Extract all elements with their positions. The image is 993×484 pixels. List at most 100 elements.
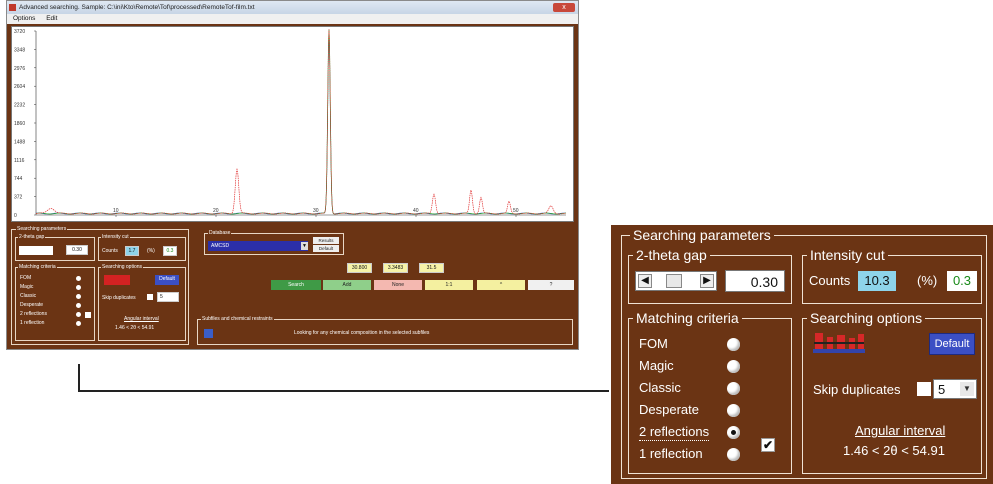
skip-duplicates-small-label: Skip duplicates (102, 295, 136, 301)
radio-button-small[interactable] (76, 321, 81, 326)
skip-duplicates-value: 5 (938, 382, 946, 397)
two-reflections-checkbox[interactable]: ✔ (761, 438, 775, 452)
radio-button-small[interactable] (76, 285, 81, 290)
radio-button[interactable] (727, 360, 740, 373)
value-box-3: 31.5 (419, 263, 444, 273)
database-results-button[interactable]: Results (313, 237, 339, 244)
database-default-button[interactable]: Default (313, 245, 339, 252)
matching-item-label: 1 reflection (639, 446, 703, 461)
percent-small-label: (%) (147, 248, 155, 254)
counts-small-input[interactable]: 1.7 (125, 246, 139, 256)
radio-button-small[interactable] (76, 312, 81, 317)
search-options-small: Searching options Default Skip duplicate… (98, 264, 186, 341)
y-tick-label: 2976 (14, 66, 25, 72)
subfiles-message: Looking for any chemical composition in … (294, 330, 430, 336)
window-title: Advanced searching. Sample: C:\ini\Kto\R… (19, 4, 255, 11)
app-icon (9, 4, 16, 11)
theta-gap-slider-small[interactable] (19, 246, 53, 255)
counts-small-label: Counts (102, 248, 118, 254)
radio-button[interactable] (727, 426, 740, 439)
value-box-2: 3.3483 (383, 263, 408, 273)
counts-input[interactable]: 10.3 (858, 271, 896, 291)
skip-duplicates-checkbox[interactable] (917, 382, 931, 396)
angular-interval-small-value: 1.46 < 2θ < 54.91 (115, 325, 155, 331)
matching-item-small-label: Magic (20, 284, 34, 290)
subfiles-title: Subfiles and chemical restraints (201, 316, 274, 322)
action-button-4[interactable]: 1:1 (425, 280, 473, 290)
y-tick-label: 2604 (14, 84, 25, 90)
angular-interval-small-label[interactable]: Angular interval (124, 316, 159, 322)
search-options-panel: Searching options Default Skip duplicate… (802, 310, 982, 474)
menu-edit[interactable]: Edit (46, 15, 57, 22)
theta-gap-slider[interactable]: ◀ ▶ (635, 271, 717, 291)
menu-bar: Options Edit (7, 14, 578, 24)
slider-thumb[interactable] (666, 274, 682, 288)
chevron-down-icon[interactable]: ▼ (301, 242, 308, 250)
matching-item-small-label: Desperate (20, 302, 44, 308)
action-button-5[interactable]: ^ (477, 280, 525, 290)
diffraction-plot: 3720 3348 2976 2604 2232 1860 1488 1116 744 372 0 1… (11, 26, 574, 222)
y-tick-label: 2232 (14, 103, 25, 109)
skip-duplicates-small-select[interactable]: 5 (157, 292, 179, 302)
zoomed-search-params: Searching parameters 2-theta gap ◀ ▶ 0.3… (611, 225, 993, 484)
radio-button-small[interactable] (76, 276, 81, 281)
action-button-3[interactable]: None (374, 280, 422, 290)
radio-button[interactable] (727, 382, 740, 395)
action-button-1[interactable]: Search (271, 280, 321, 290)
theta-gap-small-input[interactable]: 0.30 (66, 245, 88, 255)
two-reflections-small-checkbox[interactable] (85, 312, 91, 318)
matching-item-small-label: 2 reflections (20, 311, 47, 317)
action-button-6[interactable]: ? (528, 280, 574, 290)
y-tick-label: 744 (14, 176, 23, 182)
matching-item-small-label: 1 reflection (20, 320, 45, 326)
arrow-right-icon[interactable]: ▶ (700, 274, 714, 288)
search-options-title: Searching options (807, 310, 926, 326)
close-button[interactable]: x (553, 3, 575, 12)
arrow-left-icon[interactable]: ◀ (638, 274, 652, 288)
theta-gap-input[interactable]: 0.30 (725, 270, 785, 292)
subfiles-icon[interactable] (204, 329, 213, 338)
radio-button[interactable] (727, 338, 740, 351)
skip-duplicates-select[interactable]: 5 ▼ (933, 379, 977, 399)
intensity-cut-small: Intensity cut Counts 1.7 (%) 0.3 (98, 234, 186, 261)
default-small-button[interactable]: Default (155, 275, 179, 285)
chevron-down-icon[interactable]: ▼ (960, 382, 974, 396)
radio-dot (731, 430, 736, 435)
y-tick-label: 0 (14, 213, 17, 219)
matching-item-label: 2 reflections (639, 424, 710, 441)
search-params-small: Searching parameters 2-theta gap 0.30 In… (11, 226, 189, 345)
radio-button-small[interactable] (76, 303, 81, 308)
counts-label: Counts (809, 273, 851, 288)
y-tick-label: 372 (14, 195, 23, 201)
intensity-cut-small-title: Intensity cut (101, 234, 130, 240)
intensity-cut-title: Intensity cut (807, 247, 888, 263)
percent-input[interactable]: 0.3 (947, 271, 977, 291)
x-tick-label: 50 (513, 208, 519, 214)
angular-interval-label[interactable]: Angular interval (855, 423, 945, 439)
radio-button[interactable] (727, 404, 740, 417)
blue-trace (35, 37, 567, 215)
theta-gap-small: 2-theta gap 0.30 (15, 234, 95, 261)
y-tick-label: 1860 (14, 121, 25, 127)
database-panel: Database AMCSD ▼ Results Default (204, 230, 344, 255)
matching-criteria-panel: Matching criteria FOM Magic Classic Despera… (628, 310, 792, 474)
database-select[interactable]: AMCSD (208, 241, 308, 251)
skip-duplicates-small-checkbox[interactable] (147, 294, 153, 300)
radio-button-small[interactable] (76, 294, 81, 299)
matching-item-label: FOM (639, 336, 668, 351)
angular-interval-value: 1.46 < 2θ < 54.91 (843, 443, 945, 458)
y-tick-label: 1488 (14, 139, 25, 145)
search-params-frame: Searching parameters 2-theta gap ◀ ▶ 0.3… (621, 227, 987, 479)
red-trace (35, 29, 567, 215)
skip-duplicates-label: Skip duplicates (813, 382, 901, 397)
plot-canvas: 3720334829762604223218601488111674437201… (14, 29, 567, 219)
menu-options[interactable]: Options (13, 15, 35, 22)
matching-item-label: Classic (639, 380, 681, 395)
percent-small-input[interactable]: 0.3 (163, 246, 177, 256)
search-params-small-title: Searching parameters (16, 226, 68, 232)
action-button-2[interactable]: Add (323, 280, 371, 290)
default-button[interactable]: Default (929, 333, 975, 355)
radio-button[interactable] (727, 448, 740, 461)
y-tick-label: 1116 (14, 158, 25, 164)
matching-item-label: Desperate (639, 402, 699, 417)
